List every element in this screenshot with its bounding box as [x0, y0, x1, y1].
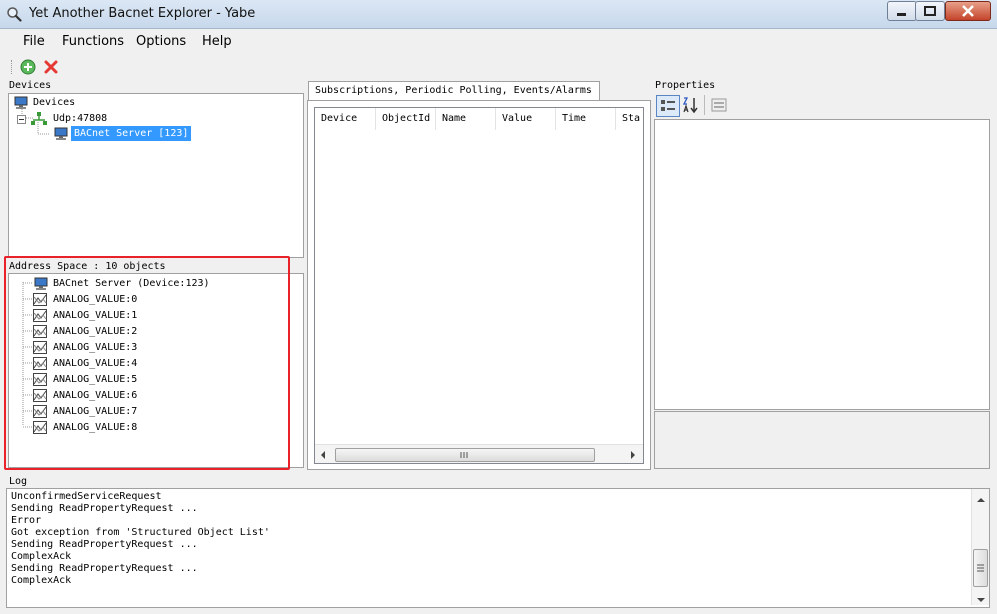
toolbar: [0, 56, 997, 78]
menu-functions[interactable]: Functions: [62, 34, 124, 49]
properties-description-pane: [654, 411, 990, 469]
scroll-down-icon[interactable]: [976, 593, 986, 607]
magnifier-app-icon: [6, 6, 22, 22]
alphabetical-sort-icon[interactable]: [681, 95, 701, 115]
log-line: ComplexAck: [11, 551, 72, 562]
menu-options[interactable]: Options: [136, 34, 186, 49]
column-header-status[interactable]: Sta: [616, 108, 643, 130]
column-header-objectid[interactable]: ObjectId: [376, 108, 436, 130]
remove-icon[interactable]: [43, 59, 59, 75]
categorized-view-icon[interactable]: [656, 95, 680, 117]
tab-label: Subscriptions, Periodic Polling, Events/…: [315, 85, 592, 96]
tab-subscriptions[interactable]: Subscriptions, Periodic Polling, Events/…: [308, 81, 600, 102]
log-line: Error: [11, 515, 42, 526]
log-label: Log: [9, 476, 28, 487]
devices-tree[interactable]: Devices Udp:47808 BACnet Server [123]: [8, 93, 304, 258]
maximize-button[interactable]: [915, 1, 945, 21]
toolbar-grip: [11, 60, 14, 74]
menu-file[interactable]: File: [23, 34, 45, 49]
property-pages-icon[interactable]: [710, 96, 728, 114]
properties-grid[interactable]: [654, 119, 990, 410]
log-line: UnconfirmedServiceRequest: [11, 491, 162, 502]
log-textbox[interactable]: UnconfirmedServiceRequest Sending ReadPr…: [6, 488, 990, 608]
column-header-time[interactable]: Time: [556, 108, 616, 130]
tree-item-label: Udp:47808: [53, 113, 108, 124]
log-line: Got exception from 'Structured Object Li…: [11, 527, 270, 538]
subscriptions-list[interactable]: Device ObjectId Name Value Time Sta: [314, 107, 644, 464]
window-title: Yet Another Bacnet Explorer - Yabe: [29, 6, 256, 21]
column-header-name[interactable]: Name: [436, 108, 496, 130]
menu-help[interactable]: Help: [202, 34, 232, 49]
computer-icon: [13, 96, 29, 114]
scroll-right-icon[interactable]: [629, 449, 637, 463]
toolbar-separator: [704, 95, 705, 115]
computer-icon: [53, 127, 69, 145]
column-header-device[interactable]: Device: [315, 108, 376, 130]
log-line: Sending ReadPropertyRequest ...: [11, 539, 198, 550]
horizontal-scroll-thumb[interactable]: [335, 448, 595, 462]
title-bar: Yet Another Bacnet Explorer - Yabe: [0, 0, 997, 29]
devices-label: Devices: [9, 80, 52, 91]
menu-bar: File Functions Options Help: [0, 30, 997, 54]
network-icon: [31, 112, 47, 130]
column-header-value[interactable]: Value: [496, 108, 556, 130]
log-line: ComplexAck: [11, 575, 72, 586]
highlight-box: [4, 256, 290, 470]
minimize-button[interactable]: [887, 1, 917, 21]
tree-item-label: Devices: [33, 97, 76, 108]
scroll-left-icon[interactable]: [319, 449, 327, 463]
scroll-up-icon[interactable]: [976, 493, 986, 507]
log-line: Sending ReadPropertyRequest ...: [11, 563, 198, 574]
log-line: Sending ReadPropertyRequest ...: [11, 503, 198, 514]
collapse-icon[interactable]: [17, 114, 26, 129]
add-icon[interactable]: [20, 59, 36, 75]
tree-item-label-selected: BACnet Server [123]: [71, 126, 192, 141]
properties-label: Properties: [655, 80, 716, 91]
horizontal-scrollbar[interactable]: [315, 444, 643, 463]
vertical-scrollbar[interactable]: [971, 489, 989, 605]
vertical-scroll-thumb[interactable]: [973, 549, 988, 587]
close-button[interactable]: [945, 1, 991, 21]
